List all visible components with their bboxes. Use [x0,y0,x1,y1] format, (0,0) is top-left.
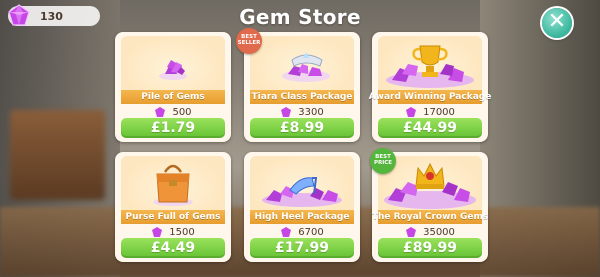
close-icon: ✕ [547,9,567,34]
package-name: Pile of Gems [141,92,205,102]
gem-icon [281,107,292,117]
package-gem-count: 35000 [423,226,455,238]
package-name: High Heel Package [254,212,350,222]
package-name: Award Winning Package [368,92,492,102]
package-card-tiara-class[interactable]: BEST SELLER Tiara Class Package 3300 £8.… [236,28,360,142]
package-gem-count: 6700 [298,226,324,238]
package-art [121,156,225,210]
package-amount: 6700 [244,225,360,239]
buy-button[interactable]: £4.49 [121,238,225,258]
package-gem-count: 17000 [423,106,455,118]
badge-label: BEST SELLER [237,34,261,46]
trophy-icon [386,45,474,88]
package-name: Tiara Class Package [251,92,353,102]
package-price: £8.99 [279,120,325,136]
package-amount: 3300 [244,105,360,119]
buy-button[interactable]: £1.79 [121,118,225,138]
package-amount: 35000 [372,225,488,239]
package-card-high-heel[interactable]: High Heel Package 6700 £17.99 [244,152,360,262]
tiara-icon [282,52,330,82]
best-seller-badge: BEST SELLER [236,28,262,54]
package-art [378,36,482,90]
package-price: £44.99 [402,120,458,136]
package-card-award-winning[interactable]: Award Winning Package 17000 £44.99 [369,32,491,142]
package-name: The Royal Crown Gems [371,212,489,222]
gem-icon [281,227,292,237]
gem-icon [152,227,163,237]
package-price: £1.79 [150,120,196,136]
package-amount: 17000 [372,105,488,119]
high-heel-icon [262,177,342,207]
buy-button[interactable]: £17.99 [250,238,354,258]
package-art [121,36,225,90]
package-name-strip: High Heel Package [250,210,354,224]
buy-button[interactable]: £89.99 [378,238,482,258]
package-art [250,156,354,210]
gem-icon [406,107,417,117]
package-price: £17.99 [274,240,330,256]
close-button[interactable]: ✕ [542,8,572,38]
package-gem-count: 3300 [298,106,324,118]
package-card-purse-full-of-gems[interactable]: Purse Full of Gems 1500 £4.49 [115,152,231,262]
best-price-badge: BEST PRICE [370,148,396,174]
background-shelf [10,110,105,200]
package-name-strip: Purse Full of Gems [121,210,225,224]
gem-pile-icon [159,60,187,80]
package-name: Purse Full of Gems [125,212,221,222]
package-card-pile-of-gems[interactable]: Pile of Gems 500 £1.79 [115,32,231,142]
package-gem-count: 500 [172,106,192,118]
buy-button[interactable]: £44.99 [378,118,482,138]
package-name-strip: Award Winning Package [369,90,491,104]
page-title: Gem Store [239,5,361,29]
package-amount: 500 [115,105,231,119]
buy-button[interactable]: £8.99 [250,118,354,138]
package-name-strip: The Royal Crown Gems [372,210,488,224]
package-art [250,36,354,90]
gem-icon [406,227,417,237]
package-amount: 1500 [115,225,231,239]
package-gem-count: 1500 [169,226,195,238]
package-price: £89.99 [402,240,458,256]
badge-label: BEST PRICE [373,154,393,166]
package-name-strip: Tiara Class Package [250,90,354,104]
package-name-strip: Pile of Gems [121,90,225,104]
purse-icon [153,164,193,206]
package-price: £4.49 [150,240,196,256]
gem-icon [155,107,166,117]
package-card-royal-crown[interactable]: BEST PRICE The Royal Crown Gems 35000 £8… [370,148,488,262]
